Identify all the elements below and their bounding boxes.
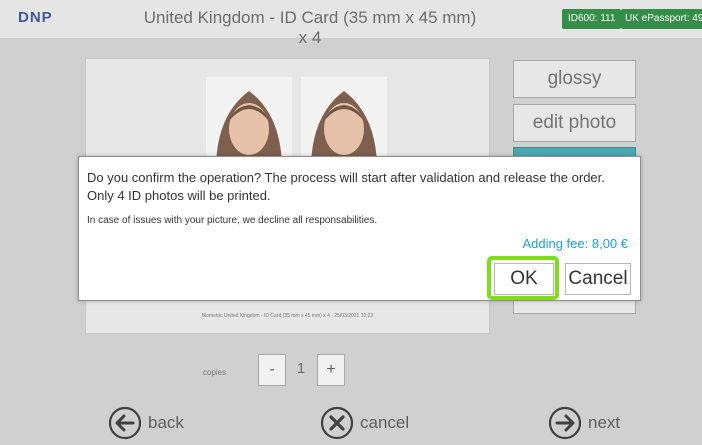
adding-fee-text: Adding fee: 8,00 € <box>522 236 628 251</box>
confirm-dialog: Do you confirm the operation? The proces… <box>78 156 641 301</box>
disclaimer-text: In case of issues with your picture, we … <box>87 215 378 226</box>
confirm-message: Do you confirm the operation? The proces… <box>87 170 605 203</box>
dialog-cancel-button[interactable]: Cancel <box>565 263 631 295</box>
ok-button[interactable]: OK <box>494 263 554 295</box>
